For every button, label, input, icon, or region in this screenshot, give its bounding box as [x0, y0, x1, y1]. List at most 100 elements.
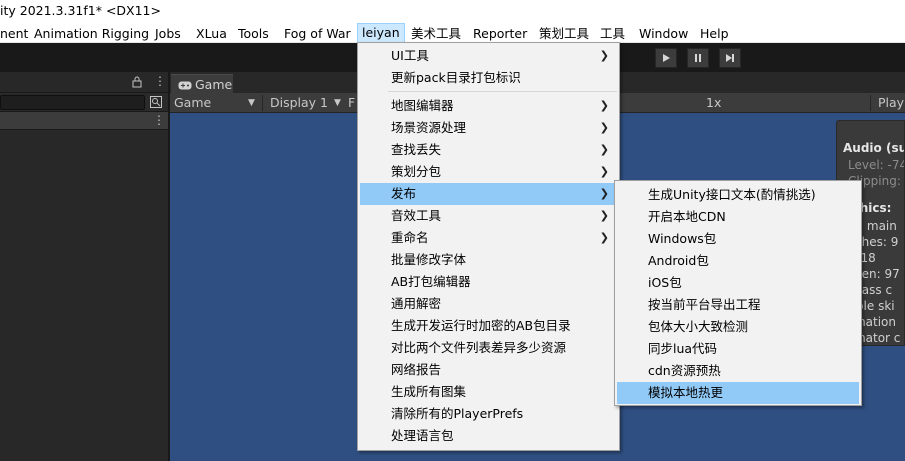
pause-button[interactable]	[687, 48, 709, 68]
submenu-item-size-check[interactable]: 包体大小大致检测	[617, 316, 859, 338]
menu-item-batch-font[interactable]: 批量修改字体	[360, 249, 617, 271]
hierarchy-list[interactable]	[0, 130, 168, 461]
menu-item-label: 清除所有的PlayerPrefs	[391, 406, 524, 421]
menu-item-generate-atlases[interactable]: 生成所有图集	[360, 381, 617, 403]
menu-item-label: iOS包	[648, 275, 682, 290]
play-button[interactable]	[655, 48, 677, 68]
menu-item-label: 包体大小大致检测	[648, 319, 749, 334]
menu-animation-rigging[interactable]: Animation Rigging	[34, 24, 149, 43]
more-vertical-icon[interactable]: ⋮	[154, 74, 166, 88]
menu-help[interactable]: Help	[700, 24, 729, 43]
menu-item-label: Android包	[648, 253, 709, 268]
play-mode-dropdown[interactable]: Play	[878, 95, 904, 111]
search-filter-icon[interactable]	[150, 96, 162, 108]
menu-item-label: 模拟本地热更	[648, 385, 724, 400]
menu-art-tools[interactable]: 美术工具	[411, 24, 461, 43]
divider	[870, 95, 871, 111]
display-value: Display 1	[270, 95, 329, 110]
display-dropdown[interactable]: Display 1	[270, 95, 328, 111]
menu-fog-of-war[interactable]: Fog of War	[284, 24, 351, 43]
play-icon	[663, 54, 670, 62]
menu-item-language-pack[interactable]: 处理语言包	[360, 425, 617, 447]
submenu-item-export-project[interactable]: 按当前平台导出工程	[617, 294, 859, 316]
menu-item-decrypt[interactable]: 通用解密	[360, 293, 617, 315]
menu-item-scene-assets[interactable]: 场景资源处理 ❯	[360, 117, 617, 139]
step-icon	[726, 54, 734, 62]
menu-item-compare-file-lists[interactable]: 对比两个文件列表差异多少资源	[360, 337, 617, 359]
menu-item-rename[interactable]: 重命名 ❯	[360, 227, 617, 249]
menu-item-network-report[interactable]: 网络报告	[360, 359, 617, 381]
menu-planning-tools[interactable]: 策划工具	[539, 24, 589, 43]
chevron-right-icon: ❯	[599, 99, 609, 112]
menu-item-label: 通用解密	[391, 296, 442, 311]
chevron-right-icon: ❯	[599, 49, 609, 62]
lock-icon[interactable]	[132, 76, 142, 88]
menu-item-audio-tools[interactable]: 音效工具 ❯	[360, 205, 617, 227]
menu-item-publish[interactable]: 发布 ❯	[360, 183, 617, 205]
step-button[interactable]	[719, 48, 741, 68]
menu-item-clear-playerprefs[interactable]: 清除所有的PlayerPrefs	[360, 403, 617, 425]
menu-tools-cn[interactable]: 工具	[600, 24, 625, 43]
menu-item-find-missing[interactable]: 查找丢失 ❯	[360, 139, 617, 161]
menu-component[interactable]: nent	[0, 24, 28, 43]
menu-item-label: cdn资源预热	[648, 363, 721, 378]
menu-item-encrypted-ab-dir[interactable]: 生成开发运行时加密的AB包目录	[360, 315, 617, 337]
chevron-right-icon: ❯	[599, 143, 609, 156]
scale-value: 1x	[706, 95, 722, 110]
submenu-item-android-build[interactable]: Android包	[617, 250, 859, 272]
menu-item-label: 发布	[391, 186, 417, 201]
menu-tools[interactable]: Tools	[238, 24, 269, 43]
menu-window[interactable]: Window	[639, 24, 688, 43]
menu-item-label: 生成Unity接口文本(酌情挑选)	[648, 187, 816, 202]
hierarchy-header-row[interactable]: ⋮	[0, 112, 168, 130]
publish-submenu: 生成Unity接口文本(酌情挑选) 开启本地CDN Windows包 Andro…	[614, 180, 862, 406]
menu-item-label: 同步lua代码	[648, 341, 718, 356]
display-mode-dropdown[interactable]: Game	[174, 95, 211, 111]
main-menubar: nent Animation Rigging Jobs XLua Tools F…	[0, 22, 905, 43]
menu-divider	[388, 91, 617, 92]
chevron-right-icon: ❯	[599, 231, 609, 244]
menu-item-label: 策划分包	[391, 164, 442, 179]
submenu-item-simulate-hotupdate[interactable]: 模拟本地热更	[617, 382, 859, 404]
chevron-right-icon: ❯	[599, 165, 609, 178]
menu-xlua[interactable]: XLua	[196, 24, 227, 43]
submenu-item-sync-lua[interactable]: 同步lua代码	[617, 338, 859, 360]
menu-item-map-editor[interactable]: 地图编辑器 ❯	[360, 95, 617, 117]
menu-item-label: UI工具	[391, 48, 429, 63]
stats-audio-title: Audio (sus	[843, 141, 904, 155]
hierarchy-search-bar	[0, 93, 168, 112]
menu-item-label: 音效工具	[391, 208, 442, 223]
hierarchy-search-input[interactable]	[0, 95, 145, 110]
menu-item-label: 对比两个文件列表差异多少资源	[391, 340, 567, 355]
menu-item-label: 批量修改字体	[391, 252, 467, 267]
menu-item-label: 生成所有图集	[391, 384, 467, 399]
menu-jobs[interactable]: Jobs	[155, 24, 181, 43]
submenu-item-local-cdn[interactable]: 开启本地CDN	[617, 206, 859, 228]
menu-item-label: 网络报告	[391, 362, 442, 377]
menu-item-ab-editor[interactable]: AB打包编辑器	[360, 271, 617, 293]
window-title-bar: ity 2021.3.31f1* <DX11>	[0, 0, 905, 22]
menu-reporter[interactable]: Reporter	[473, 24, 527, 43]
submenu-item-ios-build[interactable]: iOS包	[617, 272, 859, 294]
aspect-dropdown[interactable]: F	[348, 95, 355, 111]
divider	[262, 95, 263, 111]
menu-item-label: 开启本地CDN	[648, 209, 726, 224]
tab-game[interactable]: Game	[171, 74, 233, 93]
menu-item-update-pack[interactable]: 更新pack目录打包标识	[360, 67, 617, 89]
menu-item-label: 按当前平台导出工程	[648, 297, 761, 312]
menu-item-planning-split[interactable]: 策划分包 ❯	[360, 161, 617, 183]
chevron-right-icon: ❯	[599, 209, 609, 222]
menu-item-label: 场景资源处理	[391, 120, 467, 135]
pause-icon	[695, 54, 701, 62]
chevron-down-icon[interactable]: ▼	[334, 95, 341, 111]
menu-item-label: 更新pack目录打包标识	[391, 70, 521, 85]
menu-item-label: 查找丢失	[391, 142, 442, 157]
submenu-item-unity-interface-text[interactable]: 生成Unity接口文本(酌情挑选)	[617, 184, 859, 206]
menu-leiyan[interactable]: leiyan	[357, 23, 405, 43]
submenu-item-windows-build[interactable]: Windows包	[617, 228, 859, 250]
chevron-down-icon[interactable]: ▼	[248, 95, 255, 111]
more-vertical-icon[interactable]: ⋮	[153, 113, 165, 127]
menu-item-label: 生成开发运行时加密的AB包目录	[391, 318, 571, 333]
menu-item-ui-tools[interactable]: UI工具 ❯	[360, 45, 617, 67]
submenu-item-cdn-preheat[interactable]: cdn资源预热	[617, 360, 859, 382]
